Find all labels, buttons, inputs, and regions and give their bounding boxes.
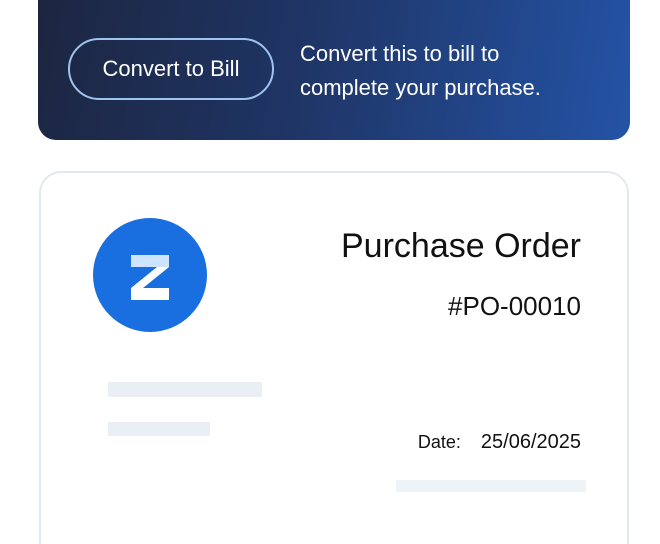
purchase-order-card: Purchase Order #PO-00010 Date: 25/06/202… [39, 171, 629, 544]
date-label: Date: [417, 432, 461, 452]
date-row: Date: 25/06/2025 [418, 431, 581, 454]
address-placeholder-line [108, 382, 262, 397]
detail-placeholder-line [396, 480, 586, 492]
address-placeholder-line [108, 422, 210, 436]
banner-message-line-1: Convert this to bill to [300, 41, 500, 66]
company-logo [93, 218, 207, 332]
date-value: 25/06/2025 [480, 431, 581, 453]
document-title: Purchase Order [341, 227, 581, 265]
page: Convert to Bill Convert this to bill to … [0, 0, 660, 544]
convert-banner: Convert to Bill Convert this to bill to … [38, 0, 630, 140]
z-logo-icon [131, 255, 169, 300]
convert-to-bill-button[interactable]: Convert to Bill [68, 38, 274, 100]
banner-message: Convert this to bill to complete your pu… [300, 37, 600, 105]
banner-message-line-2: complete your purchase. [300, 75, 541, 100]
document-number: #PO-00010 [448, 291, 581, 321]
